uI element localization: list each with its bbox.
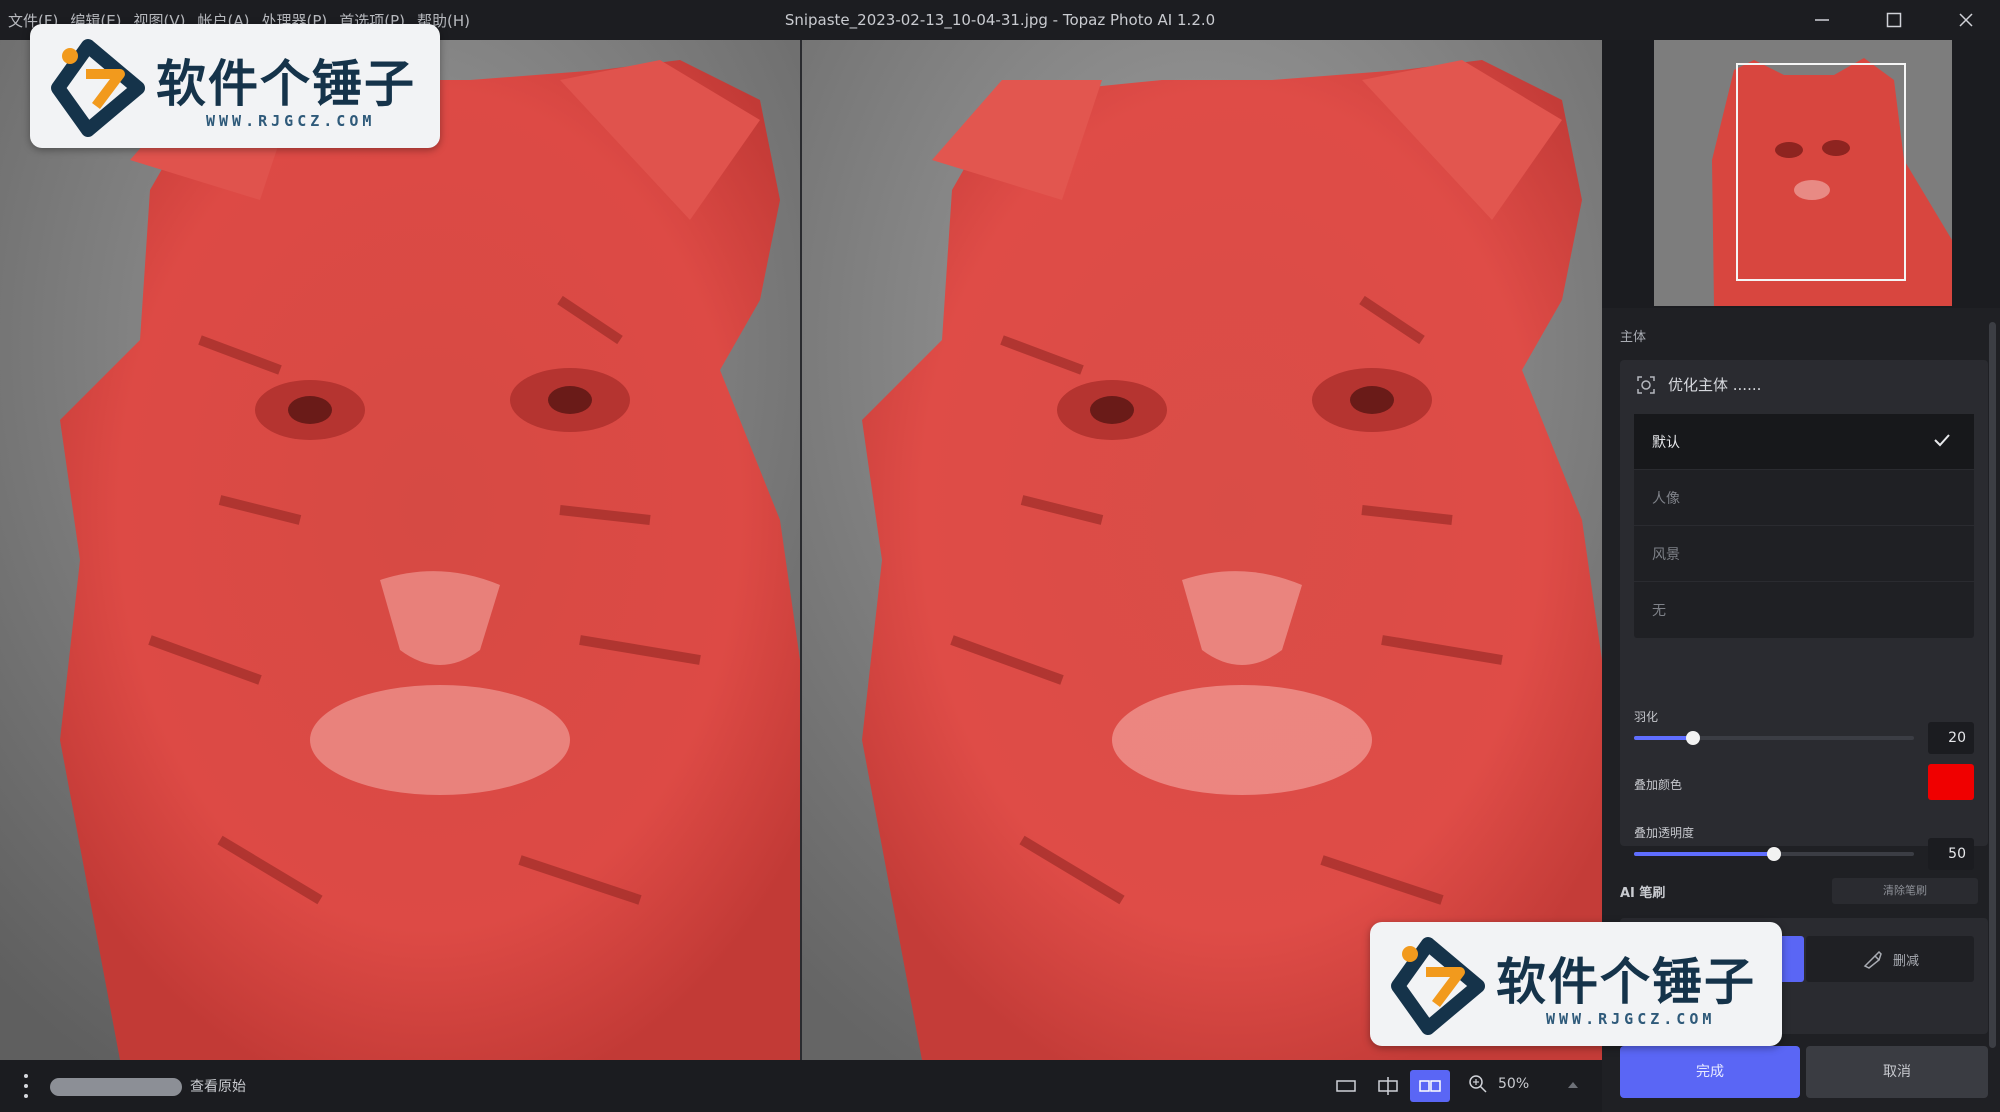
close-icon: [1959, 13, 1973, 27]
tiger-image-with-mask: [0, 40, 800, 1060]
option-portrait[interactable]: 人像: [1634, 470, 1974, 526]
overlay-opacity-slider-fill: [1634, 852, 1774, 856]
subject-section-label: 主体: [1620, 330, 1647, 345]
brush-subtract-label: 删减: [1892, 953, 1919, 969]
cancel-button[interactable]: 取消: [1806, 1046, 1988, 1098]
navigator-thumbnail[interactable]: [1654, 40, 1952, 306]
option-default[interactable]: 默认: [1634, 414, 1974, 470]
watermark-hammer-icon: [51, 39, 145, 137]
bottom-toolbar: 查看原始 50%: [0, 1060, 1602, 1112]
overlay-opacity-label: 叠加透明度: [1634, 826, 1695, 840]
refine-subject-label: 优化主体 ......: [1668, 376, 1762, 394]
option-default-label: 默认: [1652, 434, 1680, 451]
kebab-dot-icon: [24, 1094, 28, 1098]
chevron-up-icon[interactable]: [1566, 1078, 1580, 1092]
option-landscape-label: 风景: [1652, 546, 1680, 563]
brush-subtract-button[interactable]: 删减: [1806, 936, 1974, 982]
single-view-button[interactable]: [1326, 1070, 1366, 1102]
eraser-brush-icon: [1863, 950, 1882, 969]
overlay-opacity-slider-knob[interactable]: [1767, 847, 1781, 861]
single-view-icon: [1336, 1080, 1356, 1092]
overlay-color-label: 叠加颜色: [1634, 778, 1683, 792]
maximize-button[interactable]: [1862, 0, 1926, 40]
tiger-preview-with-mask: [802, 40, 1602, 1060]
option-portrait-label: 人像: [1652, 490, 1680, 507]
kebab-dot-icon: [24, 1084, 28, 1088]
feather-label: 羽化: [1634, 710, 1659, 724]
watermark-url: WWW.RJGCZ.COM: [1546, 1010, 1716, 1028]
feather-slider-fill: [1634, 736, 1693, 740]
view-original-label: 查看原始: [190, 1079, 246, 1095]
watermark-logo-bottom: 软件个锤子 WWW.RJGCZ.COM: [1370, 922, 1782, 1046]
minimize-button[interactable]: [1790, 0, 1854, 40]
split-view-icon: [1378, 1077, 1398, 1095]
side-by-side-view-icon: [1419, 1080, 1441, 1092]
watermark-logo: 软件个锤子 WWW.RJGCZ.COM: [30, 24, 440, 148]
close-button[interactable]: [1934, 0, 1998, 40]
image-viewer[interactable]: [0, 40, 1602, 1060]
subject-panel: 优化主体 ...... 默认 人像 风景 无 羽化 20 叠加颜色 叠加透明度: [1620, 360, 1988, 870]
option-landscape[interactable]: 风景: [1634, 526, 1974, 582]
option-none-label: 无: [1652, 603, 1666, 619]
zoom-level[interactable]: 50%: [1498, 1076, 1529, 1092]
panel-scrollbar[interactable]: [1989, 322, 1996, 1048]
watermark-name: 软件个锤子: [156, 55, 416, 113]
more-options-button[interactable]: [20, 1074, 32, 1098]
feather-value[interactable]: 20: [1928, 722, 1974, 754]
option-none[interactable]: 无: [1634, 582, 1974, 638]
kebab-dot-icon: [24, 1074, 28, 1078]
overlay-opacity-slider[interactable]: [1634, 847, 1914, 861]
overlay-color-swatch[interactable]: [1928, 764, 1974, 800]
watermark-name: 软件个锤子: [1496, 953, 1756, 1011]
minimize-icon: [1815, 19, 1829, 21]
preview-pane[interactable]: [802, 40, 1602, 1060]
clear-brush-button[interactable]: 清除笔刷: [1832, 878, 1978, 904]
ai-brush-label: AI 笔刷: [1620, 886, 1666, 901]
done-button[interactable]: 完成: [1620, 1046, 1800, 1098]
maximize-icon: [1886, 12, 1902, 28]
original-pane[interactable]: [0, 40, 800, 1060]
feather-slider[interactable]: [1634, 731, 1914, 745]
checkmark-icon: [1934, 434, 1950, 447]
watermark-hammer-icon: [1391, 937, 1485, 1035]
subject-scan-icon: [1637, 375, 1655, 394]
side-by-side-view-button[interactable]: [1410, 1070, 1450, 1102]
navigator-viewport[interactable]: [1736, 63, 1906, 281]
subject-mode-list: 默认 人像 风景 无: [1634, 414, 1974, 638]
refine-subject-header[interactable]: 优化主体 ......: [1636, 374, 1761, 395]
view-original-toggle[interactable]: [50, 1078, 182, 1096]
watermark-url: WWW.RJGCZ.COM: [206, 112, 376, 130]
overlay-opacity-value[interactable]: 50: [1928, 838, 1974, 870]
feather-slider-knob[interactable]: [1685, 731, 1700, 745]
zoom-icon[interactable]: [1468, 1074, 1488, 1094]
split-view-button[interactable]: [1368, 1070, 1408, 1102]
navigator: [1602, 40, 2000, 308]
